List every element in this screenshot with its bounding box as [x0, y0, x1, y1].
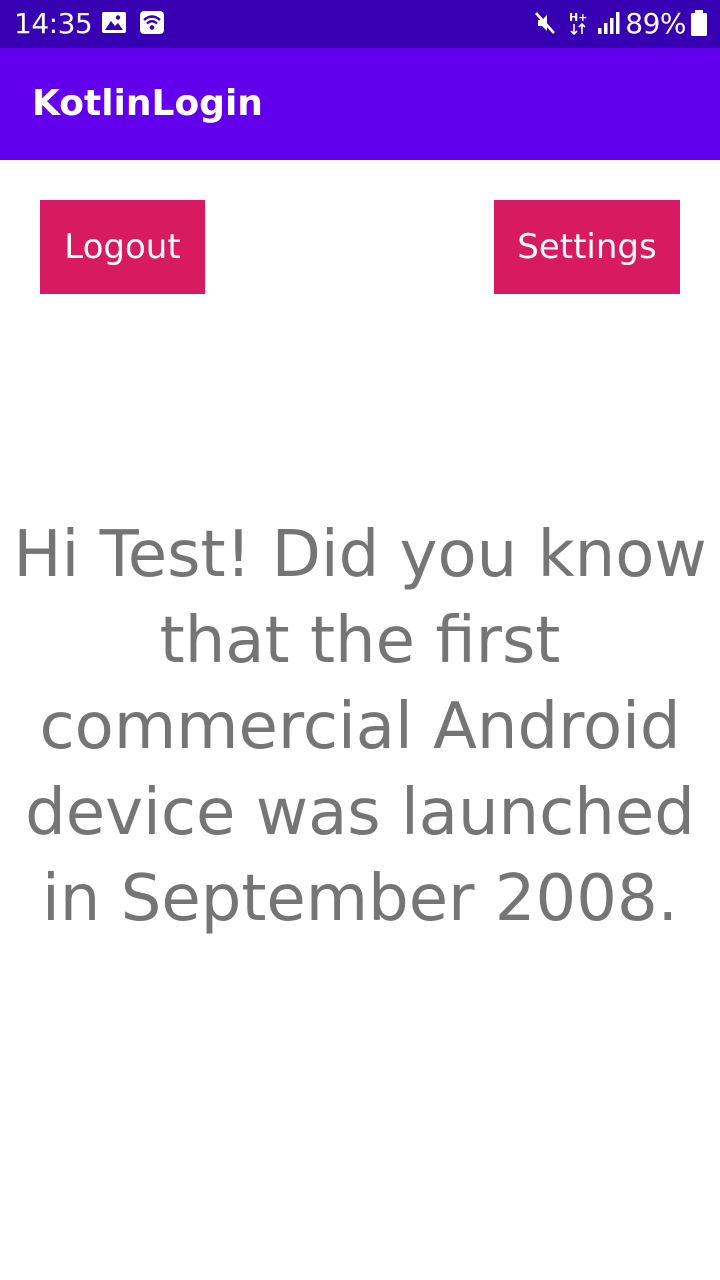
battery-percent: 89% [625, 7, 686, 40]
mute-icon [535, 12, 555, 34]
wifi-icon [140, 11, 164, 34]
app-title: KotlinLogin [32, 83, 263, 124]
battery-icon [691, 10, 707, 36]
logout-button[interactable]: Logout [40, 200, 205, 294]
app-bar: KotlinLogin [0, 48, 720, 160]
data-arrows-icon: H+ [569, 11, 587, 36]
fun-fact-message: Hi Test! Did you know that the first com… [13, 518, 707, 936]
settings-button[interactable]: Settings [494, 200, 680, 294]
status-bar: 14:35 H+ 89% [0, 0, 720, 48]
gallery-icon [102, 12, 126, 33]
status-time: 14:35 [14, 7, 93, 40]
signal-icon [598, 12, 620, 34]
network-type-label: H+ [569, 11, 587, 24]
